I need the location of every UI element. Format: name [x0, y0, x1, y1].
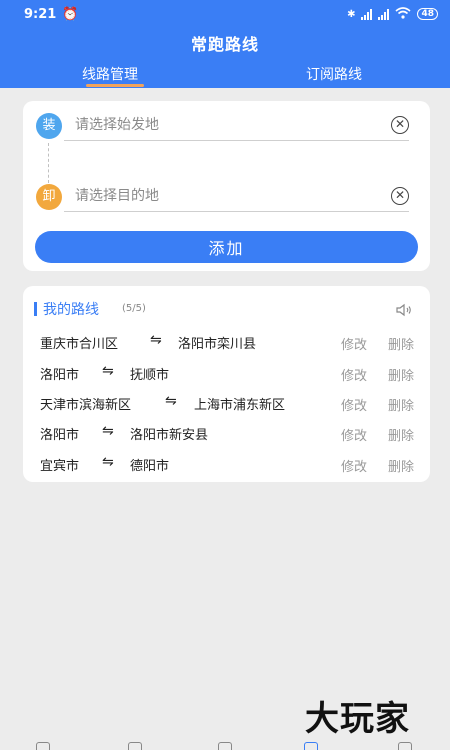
status-bar: 9:21 ⏰ ✱ 48: [0, 0, 450, 28]
add-route-button[interactable]: 添加: [35, 231, 418, 263]
watermark-logo: 大玩家: [305, 699, 410, 739]
route-origin: 洛阳市: [40, 368, 80, 383]
route-form-card: 装 请选择始发地 ✕ 卸 请选择目的地 ✕ 添加: [23, 101, 430, 271]
nav-icon-home[interactable]: [36, 742, 50, 750]
section-title: 我的路线: [43, 302, 99, 318]
route-destination: 上海市浦东新区: [194, 398, 286, 413]
route-arrow: ⇋: [102, 363, 114, 379]
edit-route-button[interactable]: 修改: [341, 365, 367, 384]
route-destination: 抚顺市: [130, 368, 170, 383]
edit-route-button[interactable]: 修改: [341, 395, 367, 414]
route-row: 天津市滨海新区 ⇋ 上海市浦东新区 修改 删除: [23, 391, 430, 414]
unload-badge: 卸: [36, 184, 62, 210]
route-origin: 重庆市合川区: [40, 337, 119, 352]
route-connector-line: [48, 143, 49, 183]
edit-route-button[interactable]: 修改: [341, 425, 367, 444]
signal-icon-2: [378, 8, 390, 20]
clear-origin-icon[interactable]: ✕: [391, 116, 409, 134]
delete-route-button[interactable]: 删除: [388, 365, 414, 384]
origin-input[interactable]: 请选择始发地 ✕: [64, 113, 409, 141]
delete-route-button[interactable]: 删除: [388, 425, 414, 444]
route-arrow: ⇋: [150, 332, 162, 348]
route-origin: 宜宾市: [40, 459, 80, 474]
active-tab-indicator: [86, 84, 144, 87]
route-row: 洛阳市 ⇋ 洛阳市新安县 修改 删除: [23, 421, 430, 444]
route-destination: 德阳市: [130, 459, 170, 474]
app-header: 9:21 ⏰ ✱ 48 常跑路线 线路管理 订阅路线: [0, 0, 450, 88]
bluetooth-icon: ✱: [347, 8, 356, 20]
destination-input[interactable]: 请选择目的地 ✕: [64, 184, 409, 212]
nav-icon-profile[interactable]: [398, 742, 412, 750]
nav-icon-edit[interactable]: [128, 742, 142, 750]
wifi-icon: [395, 6, 411, 22]
signal-icon: [361, 8, 373, 20]
edit-route-button[interactable]: 修改: [341, 456, 367, 475]
route-origin: 天津市滨海新区: [40, 398, 132, 413]
tab-route-management[interactable]: 线路管理: [82, 64, 138, 84]
tab-subscribed-routes[interactable]: 订阅路线: [306, 64, 362, 84]
route-arrow: ⇋: [165, 393, 177, 409]
route-destination: 洛阳市栾川县: [178, 337, 257, 352]
nav-icon-document[interactable]: [218, 742, 232, 750]
route-count: (5/5): [122, 303, 146, 314]
route-destination: 洛阳市新安县: [130, 428, 209, 443]
delete-route-button[interactable]: 删除: [388, 334, 414, 353]
route-origin: 洛阳市: [40, 428, 80, 443]
alarm-icon: ⏰: [62, 6, 79, 22]
load-badge: 装: [36, 113, 62, 139]
route-row: 洛阳市 ⇋ 抚顺市 修改 删除: [23, 361, 430, 384]
clear-destination-icon[interactable]: ✕: [391, 187, 409, 205]
my-routes-card: 我的路线 (5/5) 重庆市合川区 ⇋ 洛阳市栾川县 修改 删除 洛阳市 ⇋ 抚…: [23, 286, 430, 482]
route-row: 宜宾市 ⇋ 德阳市 修改 删除: [23, 452, 430, 475]
status-time: 9:21: [24, 6, 57, 22]
section-marker: [34, 302, 37, 316]
nav-icon-user-active[interactable]: [304, 742, 318, 750]
destination-placeholder: 请选择目的地: [75, 188, 159, 204]
delete-route-button[interactable]: 删除: [388, 395, 414, 414]
edit-route-button[interactable]: 修改: [341, 334, 367, 353]
speaker-icon[interactable]: [395, 302, 413, 317]
route-arrow: ⇋: [102, 454, 114, 470]
battery-icon: 48: [417, 8, 438, 20]
page-title: 常跑路线: [190, 35, 259, 54]
route-arrow: ⇋: [102, 423, 114, 439]
status-icons: ✱ 48: [347, 6, 438, 22]
delete-route-button[interactable]: 删除: [388, 456, 414, 475]
origin-placeholder: 请选择始发地: [75, 117, 159, 133]
bottom-nav-bar: [0, 738, 450, 750]
route-row: 重庆市合川区 ⇋ 洛阳市栾川县 修改 删除: [23, 330, 430, 353]
